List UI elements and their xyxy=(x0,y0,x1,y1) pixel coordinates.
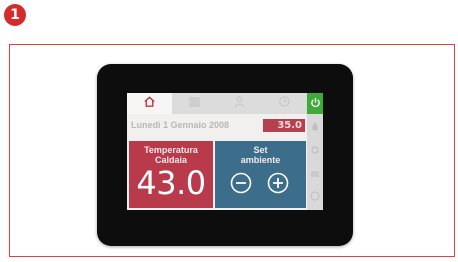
tab-user[interactable] xyxy=(217,93,262,114)
step-number-badge: 1 xyxy=(4,4,26,26)
decrease-button[interactable] xyxy=(230,172,252,199)
boiler-temperature-value: 43.0 xyxy=(136,164,206,202)
tab-home[interactable] xyxy=(127,93,172,114)
tab-heating[interactable] xyxy=(172,93,217,114)
info-icon[interactable] xyxy=(309,190,321,202)
date-display: Lunedì 1 Gennaio 2008 xyxy=(131,120,230,130)
plus-icon xyxy=(267,172,289,199)
user-icon xyxy=(233,95,246,113)
boiler-temperature-panel[interactable]: Temperatura Caldaia 43.0 xyxy=(129,141,213,208)
settings-icon[interactable] xyxy=(309,144,321,156)
outdoor-temperature-badge: 35.0 xyxy=(263,119,305,132)
room-setpoint-label: Set ambiente xyxy=(240,145,281,165)
increase-button[interactable] xyxy=(267,172,289,199)
room-setpoint-panel: Set ambiente xyxy=(215,141,306,208)
power-button[interactable] xyxy=(307,93,323,114)
radiator-icon xyxy=(188,95,201,113)
home-icon xyxy=(143,95,156,113)
clock-icon xyxy=(278,95,291,113)
minus-icon xyxy=(230,172,252,199)
menu-icon[interactable] xyxy=(309,168,321,180)
water-drop-icon[interactable] xyxy=(309,120,321,132)
power-icon xyxy=(310,95,321,113)
sidebar xyxy=(307,114,323,210)
touch-screen: Lunedì 1 Gennaio 2008 35.0 Temperatura C… xyxy=(127,93,323,210)
tab-clock[interactable] xyxy=(262,93,307,114)
boiler-temperature-label: Temperatura Caldaia xyxy=(144,145,198,165)
